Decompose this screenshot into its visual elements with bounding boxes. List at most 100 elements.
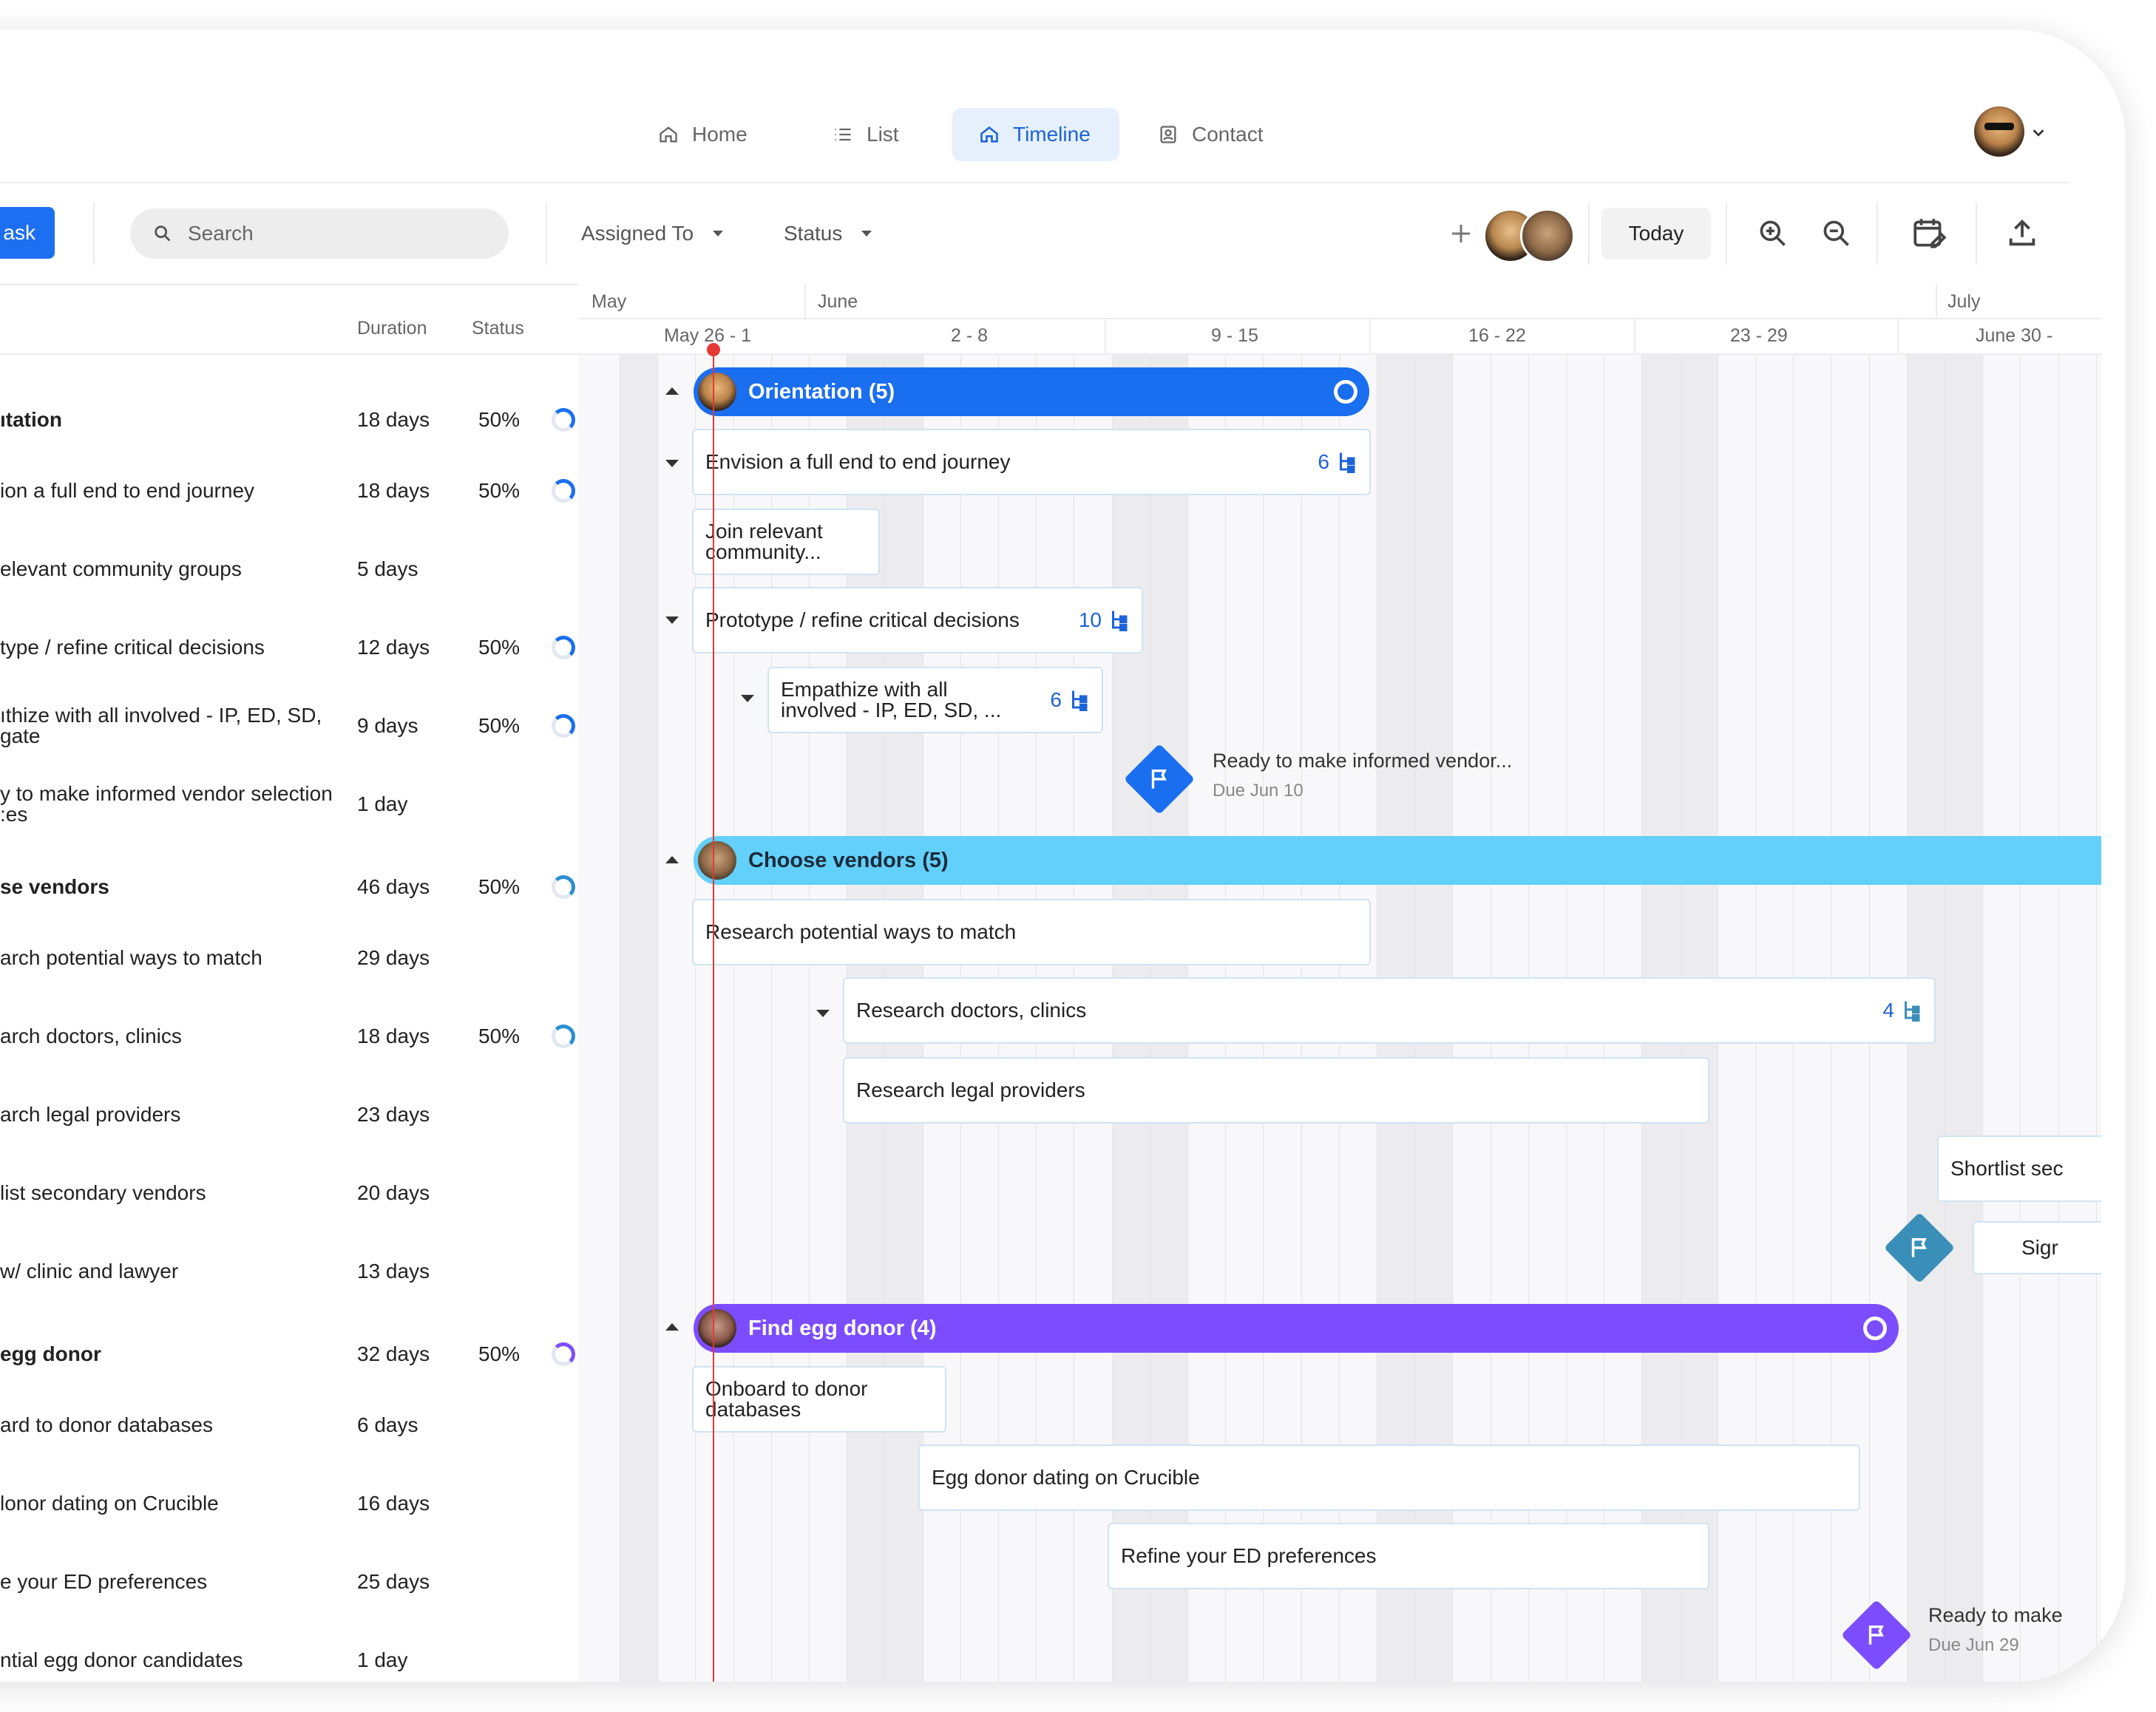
week-label: May 26 - 1: [664, 325, 752, 346]
add-task-button[interactable]: ask: [0, 207, 55, 259]
duration-column-header: Duration: [357, 318, 427, 339]
task-row-duration: 18 days: [357, 1025, 430, 1047]
task-label: Egg donor dating on Crucible: [932, 1466, 1200, 1489]
profile-avatar[interactable]: [1974, 106, 2024, 157]
task-row-duration: 18 days: [357, 408, 430, 431]
tab-home-label: Home: [692, 123, 748, 146]
avatar[interactable]: [1520, 208, 1575, 263]
task-bar-refine[interactable]: Refine your ED preferences: [1108, 1523, 1709, 1589]
search-input[interactable]: Search: [130, 208, 509, 259]
task-label: Join relevant community...: [705, 520, 823, 563]
toolbar-divider: [1976, 203, 1977, 265]
app-window: Home List Timeline Contact ask Search As…: [0, 30, 2126, 1682]
task-row-name[interactable]: ıtation: [0, 408, 62, 432]
month-divider: [578, 318, 2101, 319]
contact-icon: [1160, 126, 1176, 143]
task-row-name-line: y to make informed vendor selection: [0, 782, 333, 805]
task-bar-envision[interactable]: Envision a full end to end journey 6: [692, 429, 1371, 495]
group-bar-find-egg-donor[interactable]: Find egg donor (4): [694, 1304, 1899, 1353]
subtasks-icon: [1340, 452, 1355, 473]
status-filter-label: Status: [784, 222, 843, 245]
task-bar-shortlist[interactable]: Shortlist sec: [1937, 1135, 2101, 1202]
task-row-name[interactable]: e your ED preferences: [0, 1570, 207, 1594]
subtask-count: 4: [1882, 999, 1921, 1022]
task-row-name[interactable]: ion a full end to end journey: [0, 479, 254, 503]
task-label: Research potential ways to match: [705, 920, 1017, 943]
week-separator: [1369, 318, 1371, 353]
task-row-name[interactable]: w/ clinic and lawyer: [0, 1260, 178, 1283]
status-filter[interactable]: Status: [784, 219, 872, 248]
chevron-down-icon[interactable]: [2030, 124, 2047, 140]
task-row-name[interactable]: ard to donor databases: [0, 1413, 213, 1437]
assigned-to-filter[interactable]: Assigned To: [581, 219, 724, 248]
task-bar-empathize[interactable]: Empathize with all involved - IP, ED, SD…: [767, 667, 1103, 733]
task-bar-research-ways[interactable]: Research potential ways to match: [692, 899, 1371, 965]
expand-icon[interactable]: [665, 616, 679, 624]
task-bar-research-legal[interactable]: Research legal providers: [843, 1057, 1709, 1124]
expand-icon[interactable]: [816, 1010, 830, 1017]
task-row-duration: 25 days: [357, 1570, 430, 1593]
group-bar-orientation[interactable]: Orientation (5): [694, 367, 1369, 416]
task-row-name[interactable]: elevant community groups: [0, 557, 242, 581]
add-member-icon[interactable]: [1448, 220, 1474, 247]
task-row-name[interactable]: ıthize with all involved - IP, ED, SD, ga…: [0, 705, 322, 747]
calendar-edit-icon[interactable]: [1911, 214, 1947, 251]
task-row-status: 50%: [478, 636, 521, 659]
task-label: Shortlist sec: [1950, 1157, 2064, 1180]
task-row-duration: 9 days: [357, 714, 418, 737]
task-row-name[interactable]: arch legal providers: [0, 1103, 180, 1127]
task-row-name[interactable]: arch doctors, clinics: [0, 1025, 182, 1048]
week-label: 2 - 8: [951, 325, 989, 346]
task-bar-dating[interactable]: Egg donor dating on Crucible: [918, 1444, 1860, 1511]
today-button[interactable]: Today: [1601, 208, 1711, 259]
toolbar-divider: [1877, 203, 1878, 265]
task-bar-prototype[interactable]: Prototype / refine critical decisions 10: [692, 587, 1143, 653]
expand-icon[interactable]: [665, 460, 679, 467]
task-row-name[interactable]: list secondary vendors: [0, 1181, 206, 1205]
task-row-name[interactable]: se vendors: [0, 875, 109, 899]
zoom-out-icon[interactable]: [1820, 217, 1853, 250]
task-label: Research doctors, clinics: [856, 999, 1087, 1022]
week-separator: [1897, 318, 1899, 353]
table-header-divider: [0, 353, 578, 355]
tab-contact-label: Contact: [1192, 123, 1264, 146]
today-line: [713, 349, 714, 1682]
month-separator: [1936, 284, 1937, 318]
task-row-duration: 32 days: [357, 1342, 430, 1365]
tab-home[interactable]: Home: [631, 108, 774, 161]
task-bar-sign[interactable]: Sigr: [1973, 1221, 2101, 1274]
task-label: Sigr: [2021, 1236, 2058, 1259]
export-icon[interactable]: [2005, 216, 2039, 250]
task-row-name[interactable]: lonor dating on Crucible: [0, 1492, 219, 1515]
week-label: 9 - 15: [1211, 325, 1258, 346]
task-label: Envision a full end to end journey: [705, 450, 1011, 473]
task-row-name[interactable]: arch potential ways to match: [0, 946, 262, 970]
task-bar-research-doctors[interactable]: Research doctors, clinics 4: [843, 977, 1936, 1044]
zoom-in-icon[interactable]: [1757, 217, 1789, 250]
milestone-due: Due Jun 29: [1928, 1635, 2019, 1655]
task-bar-onboard[interactable]: Onboard to donor databases: [692, 1366, 946, 1433]
subtask-count-value: 10: [1078, 608, 1102, 631]
collapse-icon[interactable]: [665, 387, 679, 395]
task-row-duration: 1 day: [357, 792, 408, 815]
progress-ring: [552, 479, 575, 503]
toolbar-divider: [93, 203, 95, 265]
tab-contact[interactable]: Contact: [1131, 108, 1290, 161]
task-bar-join[interactable]: Join relevant community...: [692, 509, 880, 575]
week-label: 23 - 29: [1730, 325, 1788, 346]
group-bar-choose-vendors[interactable]: Choose vendors (5): [694, 836, 2101, 885]
task-row-name[interactable]: ntial egg donor candidates: [0, 1648, 243, 1672]
subtasks-icon: [1905, 1001, 1920, 1022]
collapse-icon[interactable]: [665, 1323, 679, 1331]
task-row-name[interactable]: egg donor: [0, 1342, 101, 1366]
today-label: Today: [1628, 222, 1684, 245]
tab-timeline[interactable]: Timeline: [952, 108, 1119, 161]
progress-ring: [552, 408, 575, 432]
expand-icon[interactable]: [741, 695, 754, 702]
collapse-icon[interactable]: [665, 856, 679, 863]
day-gridline: [2058, 355, 2059, 1682]
tab-list[interactable]: List: [806, 108, 926, 161]
flag-icon: [1151, 769, 1167, 789]
task-row-name[interactable]: type / refine critical decisions: [0, 636, 265, 659]
task-row-name[interactable]: y to make informed vendor selection:es: [0, 784, 333, 825]
